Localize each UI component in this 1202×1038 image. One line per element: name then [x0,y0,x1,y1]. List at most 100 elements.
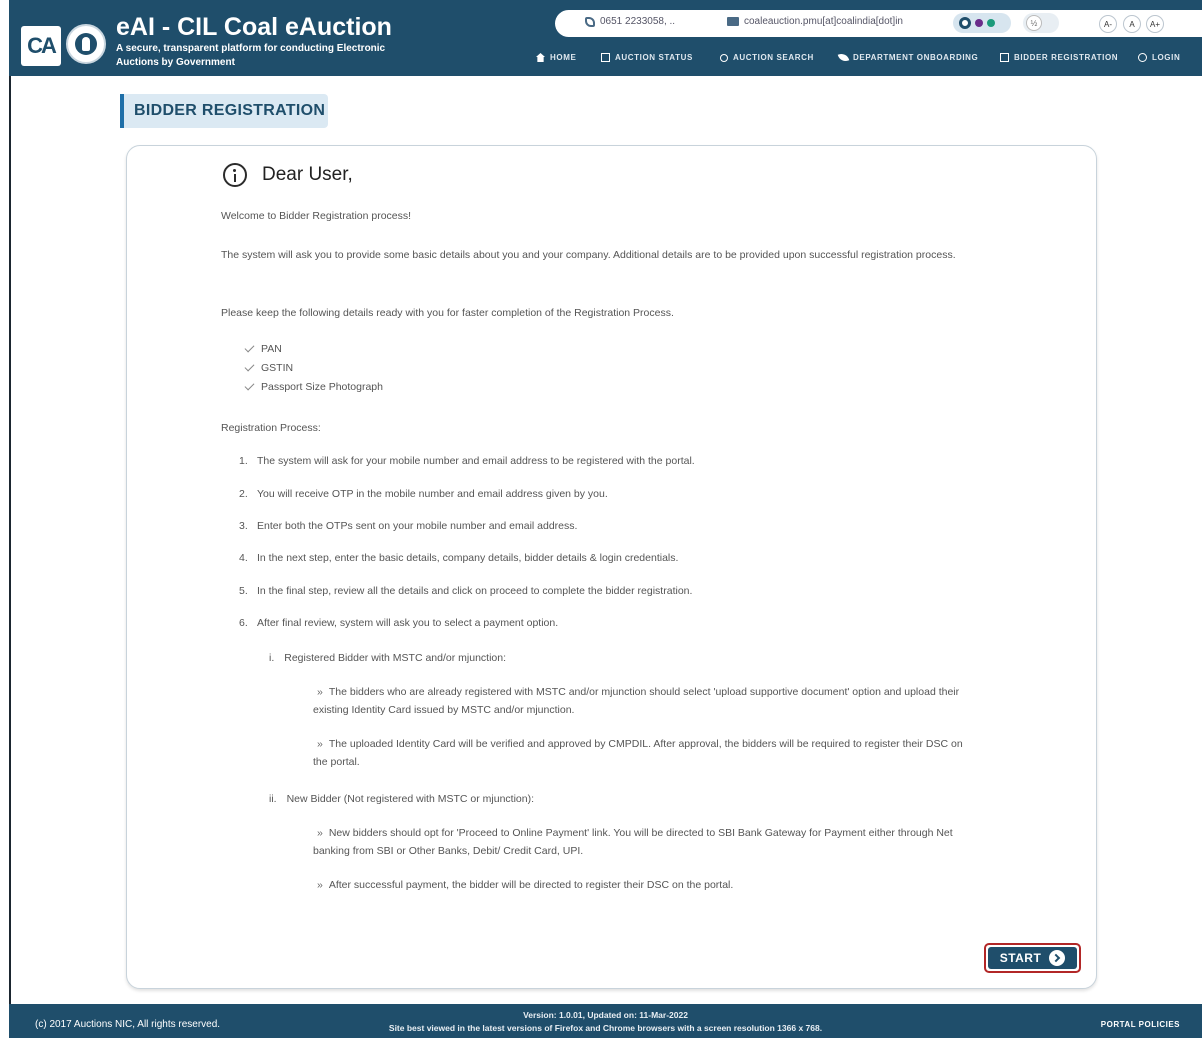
phone-icon [585,16,595,27]
bullet-point: » The bidders who are already registered … [313,683,973,719]
nav-bidder-registration[interactable]: BIDDER REGISTRATION [1000,53,1118,62]
email-address: coaleauction.pmu[at]coalindia[dot]in [744,16,903,27]
leaf-icon [837,51,850,64]
nav-department-onboarding-label: DEPARTMENT ONBOARDING [853,53,979,62]
step-number: 3. [239,520,248,532]
search-icon [720,53,728,62]
welcome-text: Welcome to Bidder Registration process! [221,210,412,222]
process-step: 4. In the next step, enter the basic deta… [239,552,678,564]
checklist-item: Passport Size Photograph [244,380,383,393]
step-text: In the next step, enter the basic detail… [257,552,679,564]
payment-option-registered: i. Registered Bidder with MSTC and/or mju… [269,652,506,664]
greeting-row: Dear User, [223,163,353,187]
process-step: 1. The system will ask for your mobile nu… [239,455,695,467]
step-text: The system will ask for your mobile numb… [257,455,695,467]
theme-option-purple[interactable] [975,19,983,27]
step-number: 5. [239,585,248,597]
start-button-body[interactable]: START [988,947,1077,969]
national-emblem-icon [66,24,106,64]
nav-auction-status-label: AUCTION STATUS [615,53,693,62]
status-icon [601,53,610,62]
nav-auction-status[interactable]: AUCTION STATUS [601,53,693,62]
browser-note: Site best viewed in the latest versions … [388,1023,823,1033]
mail-icon [727,17,739,26]
option-label: Registered Bidder with MSTC and/or mjunc… [284,652,507,664]
keep-ready-text: Please keep the following details ready … [221,307,674,319]
contrast-toggle[interactable]: ½ [1023,13,1059,33]
nav-department-onboarding[interactable]: DEPARTMENT ONBOARDING [837,51,979,64]
bullet-mark: » [317,738,323,750]
theme-switcher [953,13,1011,33]
home-icon [536,53,545,62]
step-text: After final review, system will ask you … [257,617,559,629]
step-text: You will receive OTP in the mobile numbe… [257,488,608,500]
font-increase-button[interactable]: A+ [1146,15,1165,33]
arrow-right-icon [1049,950,1066,966]
site-title: eAI - CIL Coal eAuction [116,13,392,41]
bullet-text: After successful payment, the bidder wil… [328,879,734,891]
contrast-icon: ½ [1026,15,1042,31]
process-heading: Registration Process: [221,422,321,434]
start-button-label: START [999,951,1042,965]
check-icon [244,342,255,353]
bullet-text: The uploaded Identity Card will be verif… [313,738,963,768]
option-label: New Bidder (Not registered with MSTC or … [286,793,535,805]
phone-number: 0651 2233058, .. [600,16,676,27]
step-number: 4. [239,552,248,564]
phone-contact[interactable]: 0651 2233058, .. [585,16,675,27]
nav-home-label: HOME [550,53,577,62]
greeting-text: Dear User, [262,164,353,185]
step-text: In the final step, review all the detail… [257,585,693,597]
user-icon [1138,53,1147,62]
info-icon [223,163,247,187]
logo-text: CA [27,33,57,58]
email-contact[interactable]: coaleauction.pmu[at]coalindia[dot]in [727,16,903,27]
site-footer: (c) 2017 Auctions NIC, All rights reserv… [9,1004,1202,1038]
theme-option-green[interactable] [987,19,995,27]
check-icon [244,380,255,391]
step-number: 2. [239,488,248,500]
option-number: i. [269,652,275,664]
theme-option-blue[interactable] [959,17,971,29]
site-subtitle: A secure, transparent platform for condu… [116,43,386,68]
nav-home[interactable]: HOME [536,53,576,62]
checklist-label: Passport Size Photograph [261,381,383,393]
version-text: Version: 1.0.01, Updated on: 11-Mar-2022 [523,1010,688,1020]
bullet-mark: » [317,827,323,839]
page-title: BIDDER REGISTRATION [120,94,328,128]
site-header: CA eAI - CIL Coal eAuction A secure, tra… [9,0,1202,76]
footer-center: Version: 1.0.01, Updated on: 11-Mar-2022… [9,1009,1202,1035]
site-logo[interactable]: CA [21,26,61,66]
checklist-label: PAN [261,343,282,355]
checklist-item: GSTIN [244,361,294,374]
process-step: 3. Enter both the OTPs sent on your mobil… [239,520,577,532]
portal-policies-link[interactable]: PORTAL POLICIES [1101,1020,1180,1029]
bullet-point: » The uploaded Identity Card will be veri… [313,735,973,771]
intro-text: The system will ask you to provide some … [221,249,956,261]
process-step: 6. After final review, system will ask yo… [239,617,558,629]
bullet-point: » New bidders should opt for 'Proceed to … [313,824,973,860]
process-step: 2. You will receive OTP in the mobile num… [239,488,608,500]
option-number: ii. [269,793,277,805]
bullet-text: The bidders who are already registered w… [313,686,960,716]
start-button[interactable]: START [984,943,1081,973]
nav-login-label: LOGIN [1152,53,1181,62]
checklist-label: GSTIN [261,362,294,374]
nav-auction-search[interactable]: AUCTION SEARCH [720,53,814,62]
payment-option-new: ii. New Bidder (Not registered with MSTC … [269,793,534,805]
nav-auction-search-label: AUCTION SEARCH [733,53,814,62]
bullet-text: New bidders should opt for 'Proceed to O… [313,827,953,857]
utility-bar: 0651 2233058, .. coaleauction.pmu[at]coa… [555,10,1202,37]
bullet-mark: » [317,686,323,698]
registration-info-card: Dear User, Welcome to Bidder Registratio… [126,145,1097,989]
checklist-item: PAN [244,342,282,355]
process-step: 5. In the final step, review all the deta… [239,585,692,597]
nav-login[interactable]: LOGIN [1138,53,1180,62]
step-number: 1. [239,455,248,467]
nav-bidder-registration-label: BIDDER REGISTRATION [1014,53,1119,62]
font-decrease-button[interactable]: A- [1099,15,1117,33]
bullet-point: » After successful payment, the bidder wi… [313,876,973,894]
step-number: 6. [239,617,248,629]
font-normal-button[interactable]: A [1123,15,1141,33]
registration-icon [1000,53,1009,62]
